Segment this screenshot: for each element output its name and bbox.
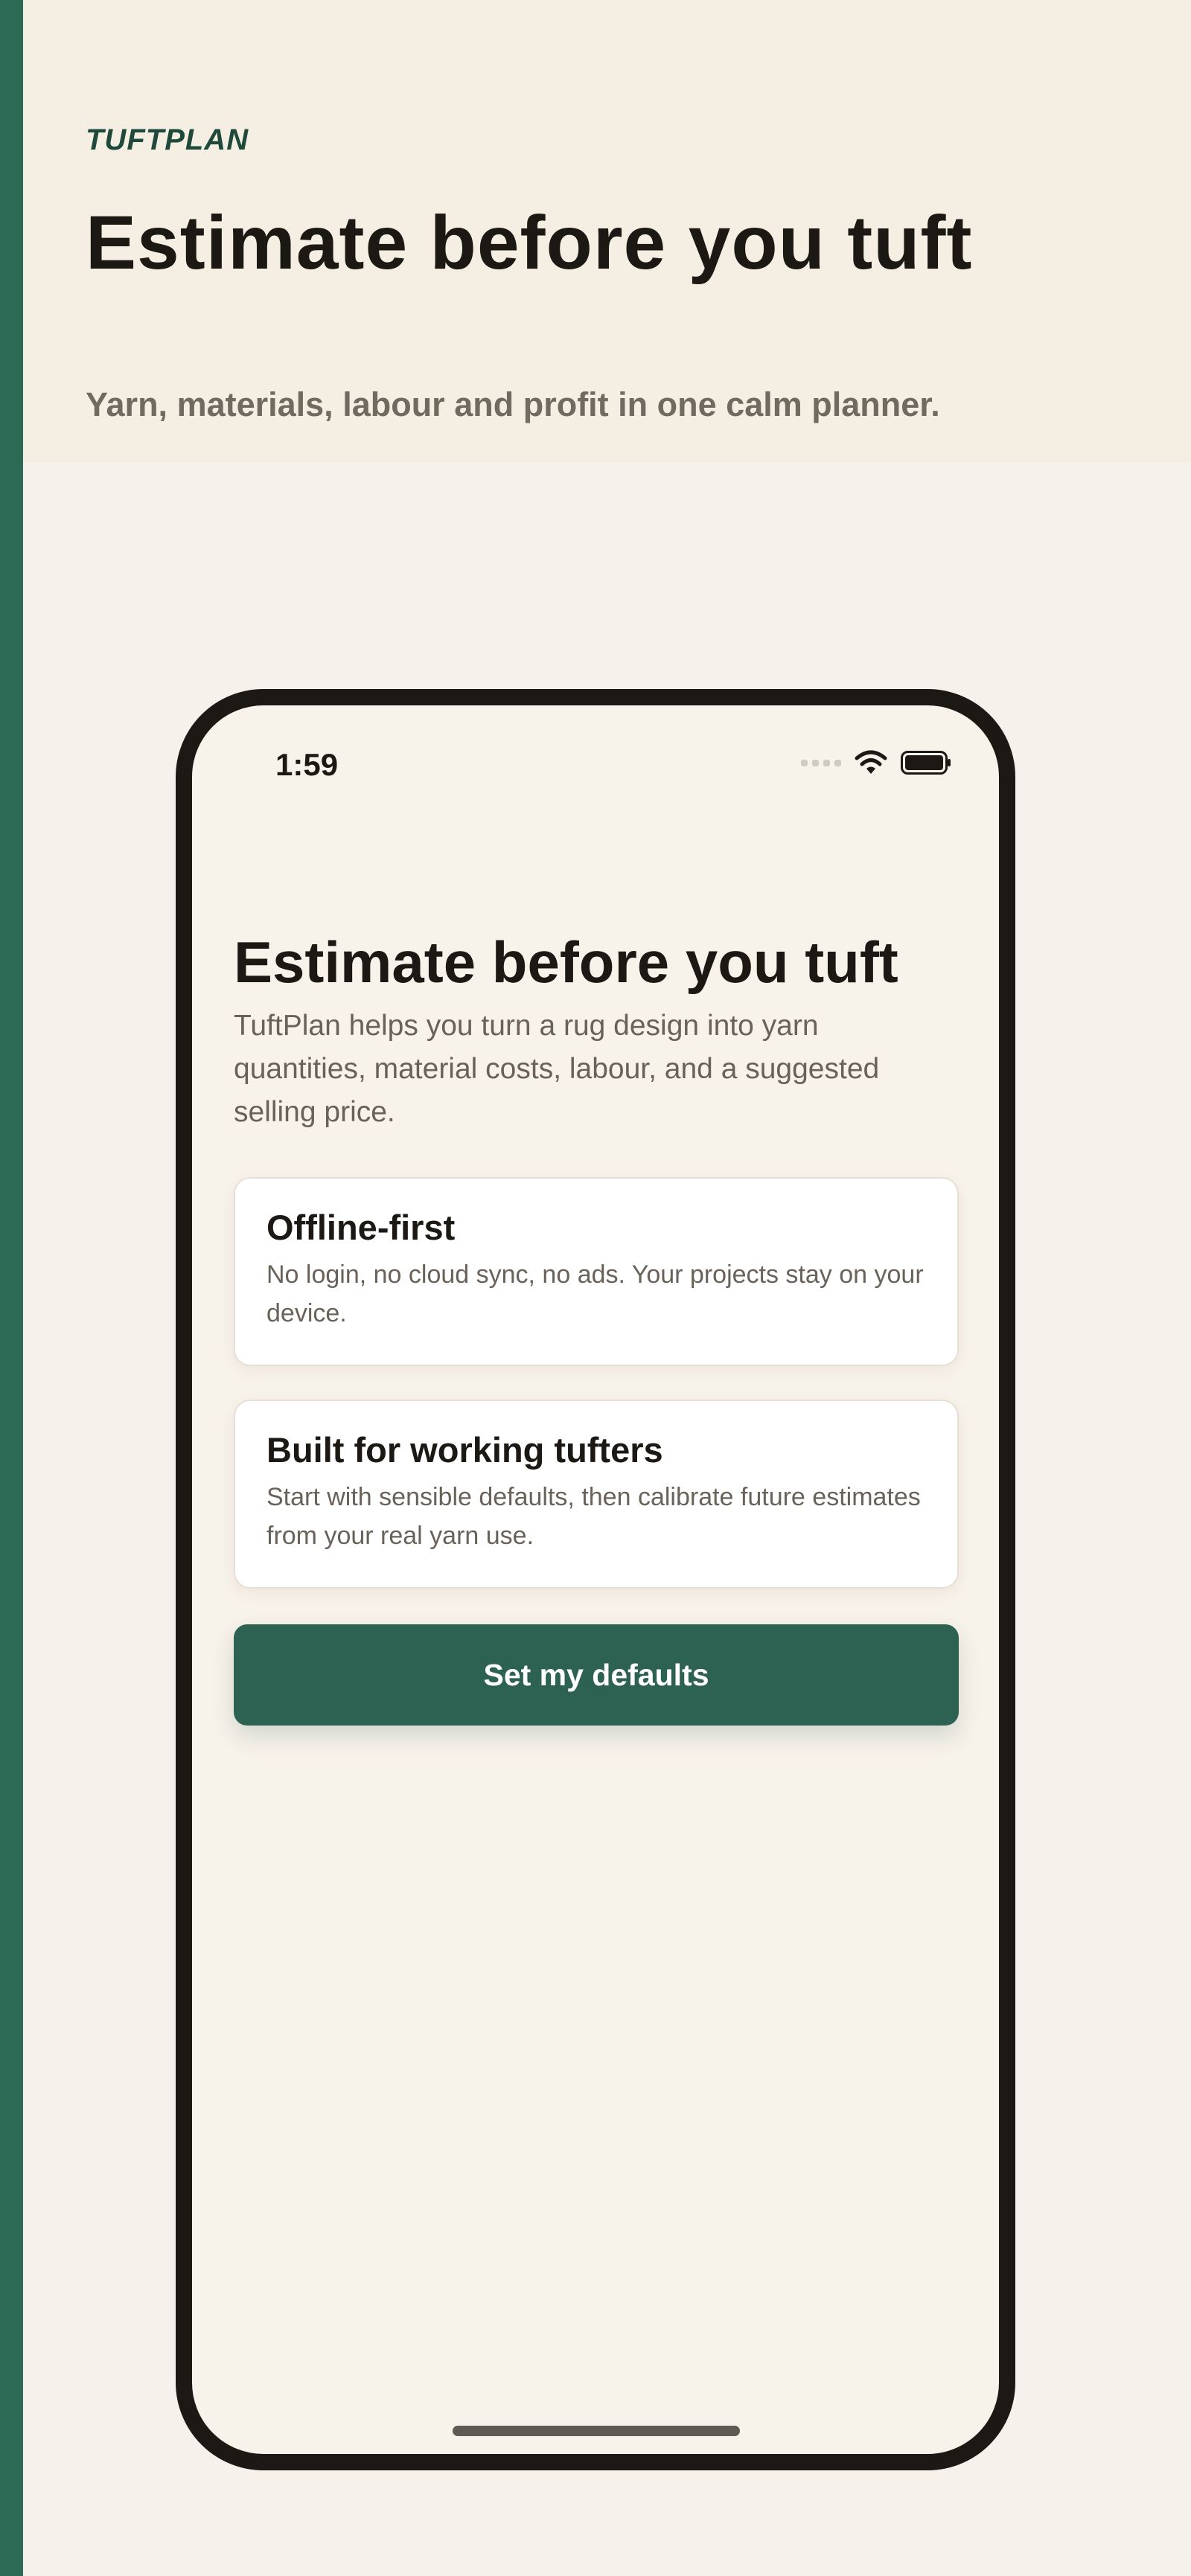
- screen-title: Estimate before you tuft: [234, 929, 898, 995]
- feature-card-title: Built for working tufters: [266, 1430, 663, 1470]
- feature-card-offline-first: Offline-first No login, no cloud sync, n…: [234, 1177, 959, 1366]
- screen-intro: TuftPlan helps you turn a rug design int…: [234, 1010, 880, 1128]
- feature-card-built-for-tufters: Built for working tufters Start with sen…: [234, 1400, 959, 1589]
- feature-card-text: Start with sensible defaults, then calib…: [266, 1483, 921, 1550]
- status-bar: 1:59: [192, 705, 999, 795]
- status-icons: [801, 750, 951, 775]
- marketing-header: TUFTPLAN Estimate before you tuft Yarn, …: [23, 0, 1191, 463]
- wifi-icon: [855, 750, 887, 775]
- cellular-signal-icon: [801, 759, 841, 766]
- phone-frame: 1:59 Estimate before you tuft TuftPlan h…: [176, 689, 1015, 2470]
- hero-subtitle: Yarn, materials, labour and profit in on…: [86, 385, 940, 423]
- battery-icon: [901, 751, 951, 775]
- feature-card-title: Offline-first: [266, 1208, 456, 1247]
- set-defaults-button[interactable]: Set my defaults: [234, 1624, 959, 1726]
- status-time: 1:59: [275, 747, 339, 782]
- feature-card-text: No login, no cloud sync, no ads. Your pr…: [266, 1260, 924, 1327]
- brand-name: TUFTPLAN: [86, 124, 249, 156]
- hero-title: Estimate before you tuft: [86, 200, 973, 285]
- home-indicator[interactable]: [453, 2426, 740, 2436]
- accent-bar: [0, 0, 23, 2576]
